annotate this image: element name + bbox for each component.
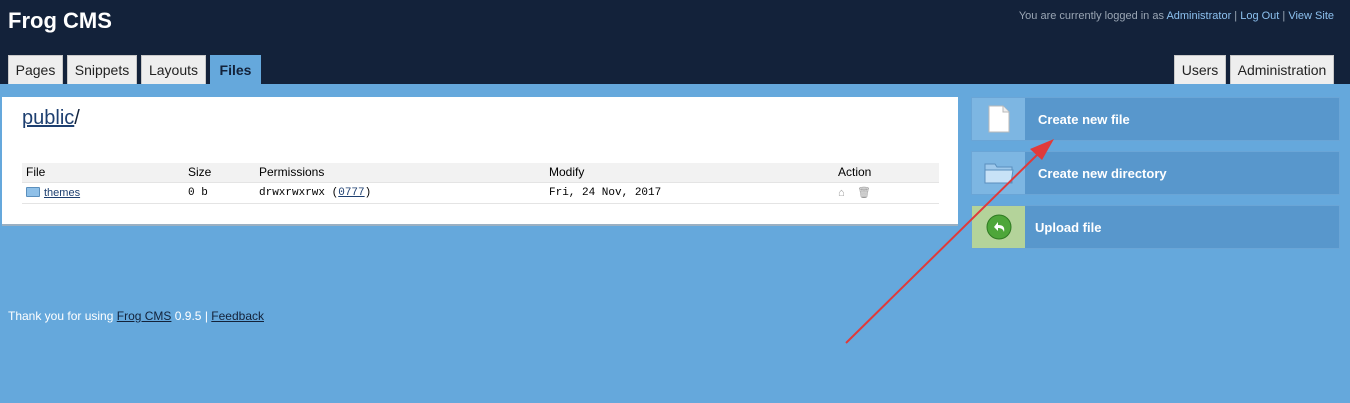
annotation-arrow [845,139,1054,344]
